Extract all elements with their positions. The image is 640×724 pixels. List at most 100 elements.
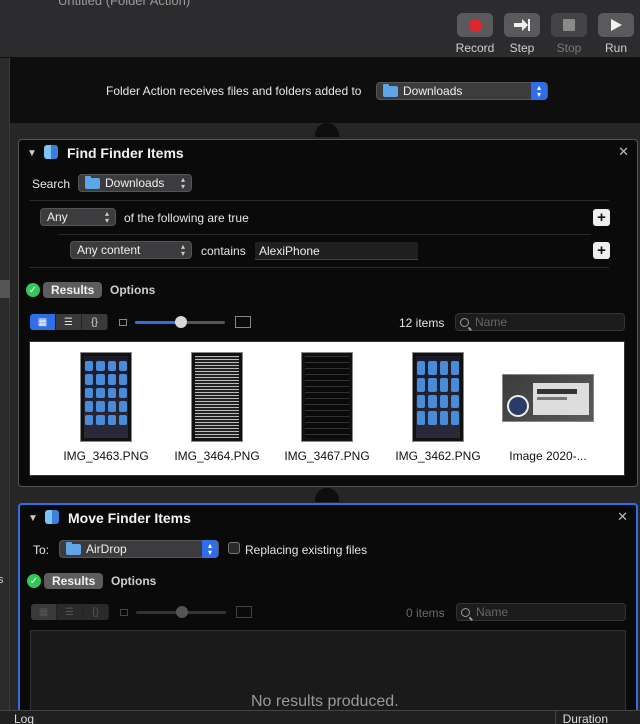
folder-icon	[85, 175, 100, 189]
result-item-name: Image 2020-...	[509, 449, 587, 463]
log-bar: Log Duration	[0, 710, 640, 724]
criterion-value-field[interactable]: AlexiPhone	[255, 242, 418, 260]
record-icon	[468, 18, 482, 32]
match-suffix: of the following are true	[124, 211, 249, 225]
action-connector	[315, 123, 339, 137]
row-divider	[59, 234, 591, 235]
chevron-updown-icon: ▴ ▾	[202, 540, 218, 558]
tab-results[interactable]: Results	[44, 573, 104, 589]
view-mode-segmented-control: ▦ ☰ {}	[31, 604, 109, 620]
row-divider	[29, 267, 609, 268]
match-mode-popup[interactable]: Any ▴ ▾	[40, 208, 116, 226]
image-thumbnail	[412, 352, 464, 442]
step-icon	[514, 19, 530, 31]
results-count: 12 items	[399, 316, 445, 330]
close-icon[interactable]: ✕	[617, 509, 628, 525]
image-thumbnail	[301, 352, 353, 442]
code-view-icon: {}	[83, 604, 109, 620]
search-label: Search	[32, 177, 71, 191]
image-thumbnail	[191, 352, 243, 442]
record-label: Record	[455, 41, 495, 55]
thumbnail-size-slider[interactable]	[135, 314, 225, 330]
log-column-header[interactable]: Log	[14, 712, 34, 724]
criterion-operator: contains	[201, 244, 246, 258]
stop-label: Stop	[556, 41, 582, 55]
step-button[interactable]: Step	[502, 13, 542, 55]
search-icon	[460, 317, 469, 327]
toolbar: Untitled (Folder Action) Record Step Sto…	[0, 0, 640, 58]
tab-options[interactable]: Options	[102, 282, 163, 298]
success-check-icon: ✓	[26, 283, 40, 297]
add-criterion-button[interactable]: +	[593, 242, 610, 259]
small-thumbnail-icon	[120, 609, 128, 616]
icon-view-icon[interactable]: ▦	[30, 314, 56, 330]
folder-action-label: Folder Action receives files and folders…	[106, 84, 362, 98]
criterion-field-popup[interactable]: Any content ▴ ▾	[70, 241, 192, 259]
view-mode-segmented-control[interactable]: ▦ ☰ {}	[30, 314, 108, 330]
chevron-updown-icon: ▴ ▾	[531, 82, 547, 100]
search-placeholder: Name	[476, 605, 509, 619]
to-label: To:	[33, 543, 50, 557]
folder-icon	[383, 83, 398, 97]
tab-options[interactable]: Options	[103, 573, 164, 589]
empty-results-message: No results produced.	[251, 693, 399, 710]
stop-button[interactable]: Stop	[549, 13, 589, 55]
close-icon[interactable]: ✕	[618, 144, 629, 160]
criterion-field: Any content	[77, 243, 141, 257]
folder-action-folder-popup[interactable]: Downloads ▴ ▾	[376, 82, 548, 100]
image-thumbnail	[502, 374, 594, 422]
folder-icon	[66, 541, 81, 555]
results-grid: IMG_3463.PNG IMG_3464.PNG IMG_3467.PNG I…	[29, 341, 625, 476]
find-finder-items-action: ▼ Find Finder Items ✕ Search Downloads ▴…	[18, 139, 638, 487]
search-icon	[461, 607, 470, 617]
results-grid: No results produced.	[30, 630, 626, 720]
folder-action-header: Folder Action receives files and folders…	[10, 58, 640, 123]
thumbnail-size-slider	[136, 604, 226, 620]
slider-knob	[176, 606, 188, 618]
destination-popup[interactable]: AirDrop ▴ ▾	[59, 540, 219, 558]
disclosure-triangle-icon[interactable]: ▼	[27, 148, 37, 159]
tab-results[interactable]: Results	[43, 282, 103, 298]
column-divider	[555, 711, 556, 724]
duration-column-header[interactable]: Duration	[563, 712, 608, 724]
disclosure-triangle-icon[interactable]: ▼	[28, 513, 38, 524]
small-thumbnail-icon	[119, 319, 127, 326]
result-item-name: IMG_3467.PNG	[284, 449, 370, 463]
run-button[interactable]: Run	[596, 13, 636, 55]
large-thumbnail-icon	[236, 606, 252, 618]
finder-icon	[45, 510, 59, 524]
match-mode: Any	[47, 210, 68, 224]
run-label: Run	[604, 41, 627, 55]
list-view-icon[interactable]: ☰	[56, 314, 82, 330]
chevron-updown-icon: ▴ ▾	[180, 242, 185, 258]
search-folder-popup[interactable]: Downloads ▴ ▾	[78, 174, 192, 192]
action-title: Find Finder Items	[67, 145, 184, 161]
sidebar-selected-row[interactable]	[0, 280, 10, 298]
list-view-icon: ☰	[57, 604, 83, 620]
library-sidebar: s	[0, 58, 10, 710]
chevron-updown-icon: ▴ ▾	[104, 209, 109, 225]
record-button[interactable]: Record	[455, 13, 495, 55]
folder-action-folder: Downloads	[403, 84, 463, 98]
action-title: Move Finder Items	[68, 510, 191, 526]
move-finder-items-action: ▼ Move Finder Items ✕ To: AirDrop ▴ ▾ Rep…	[18, 503, 638, 720]
icon-view-icon: ▦	[31, 604, 57, 620]
success-check-icon: ✓	[27, 574, 41, 588]
action-connector	[315, 488, 339, 502]
large-thumbnail-icon	[235, 316, 251, 328]
window-title: Untitled (Folder Action)	[58, 0, 191, 8]
results-search-input[interactable]: Name	[455, 313, 625, 331]
result-item-name: IMG_3464.PNG	[174, 449, 260, 463]
stop-icon	[563, 19, 575, 31]
row-divider	[29, 200, 609, 201]
step-label: Step	[509, 41, 535, 55]
code-view-icon[interactable]: {}	[82, 314, 108, 330]
replacing-existing-label: Replacing existing files	[245, 543, 368, 557]
sidebar-partial-text: s	[0, 574, 4, 586]
slider-knob[interactable]	[175, 316, 187, 328]
add-criterion-button[interactable]: +	[593, 209, 610, 226]
replacing-existing-checkbox[interactable]	[228, 542, 240, 554]
image-thumbnail	[80, 352, 132, 442]
results-search-input[interactable]: Name	[456, 603, 626, 621]
workflow-area: Folder Action receives files and folders…	[10, 58, 640, 720]
